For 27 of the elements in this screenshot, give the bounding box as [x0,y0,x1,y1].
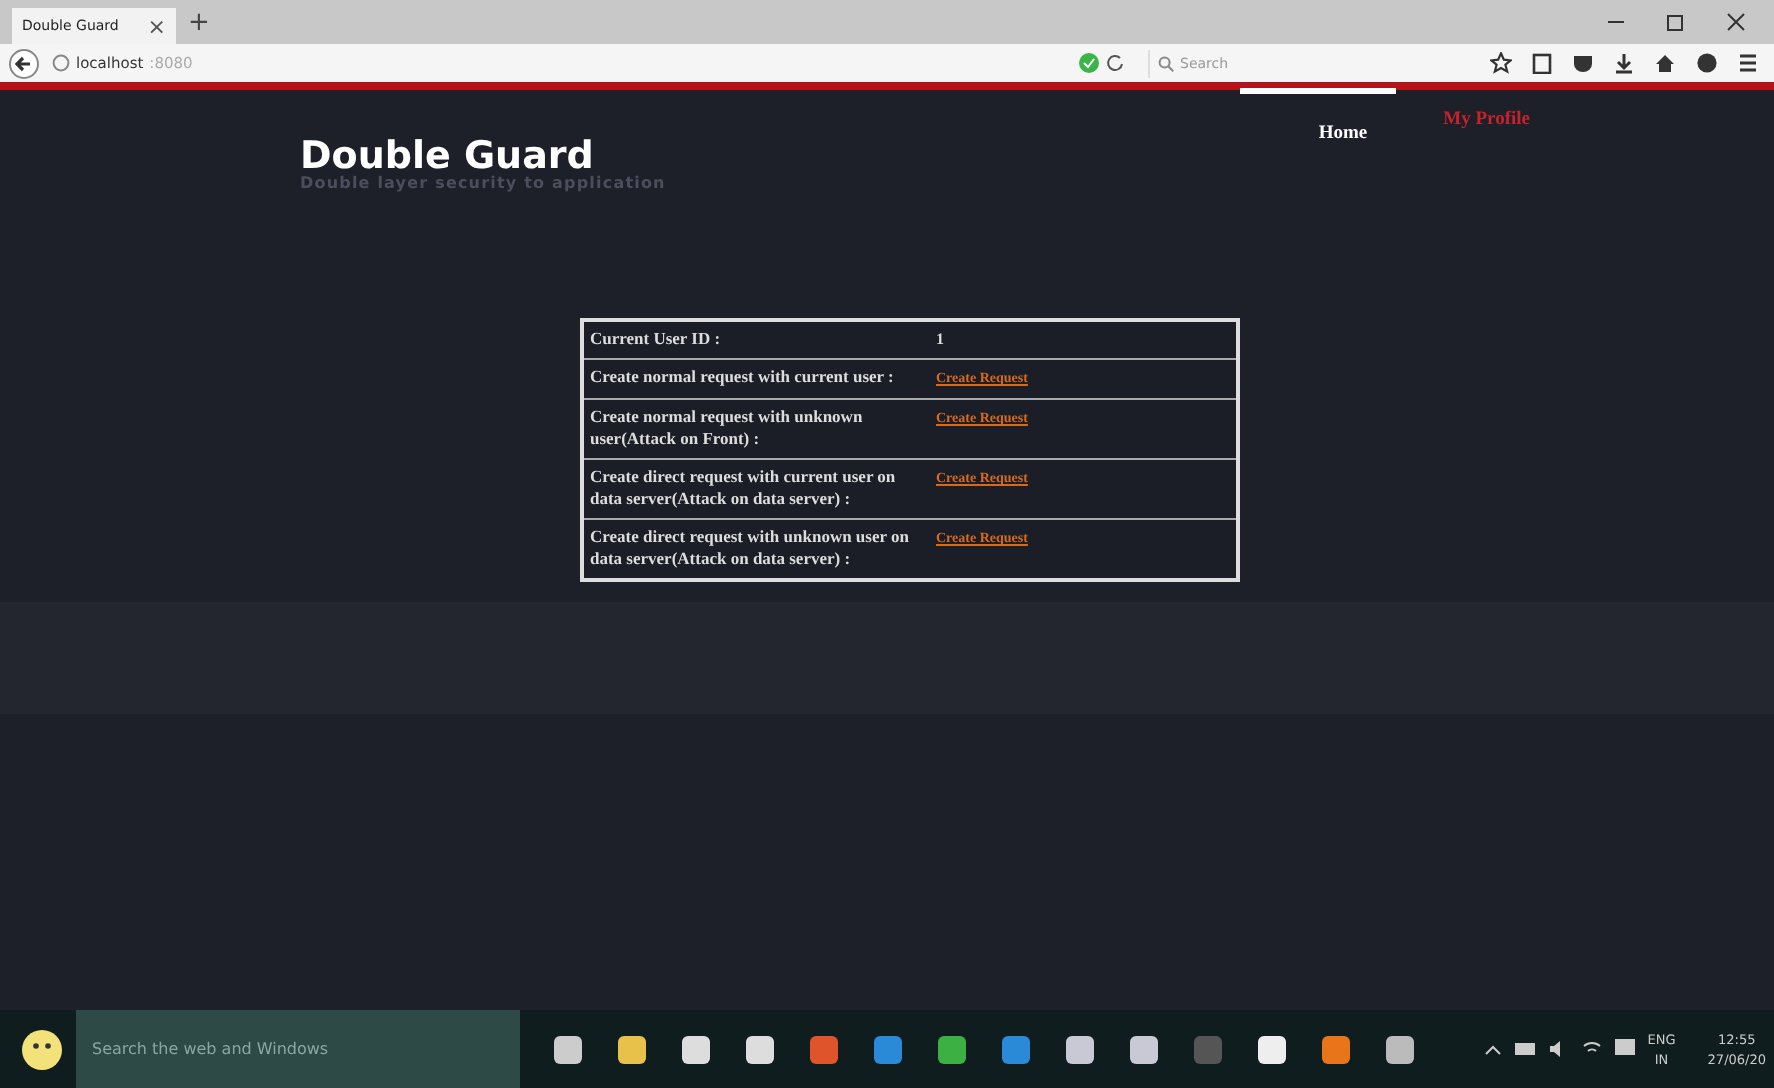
star-icon[interactable] [1490,52,1512,74]
nav-link[interactable]: Home [1318,124,1368,270]
globe-icon [52,54,70,72]
wifi-icon[interactable] [1581,1040,1602,1058]
close-icon[interactable] [1726,12,1746,32]
new-tab-button[interactable]: + [188,7,210,37]
home-icon[interactable] [1654,52,1676,74]
reload-icon[interactable] [1106,54,1124,72]
download-icon[interactable] [1614,52,1634,74]
taskbar-search-field[interactable]: Search the web and Windows [76,1010,520,1088]
row-label: Create direct request with current user on data server(Attack on data server) : [590,466,896,508]
menu-icon[interactable] [1738,52,1758,74]
row-label: Create normal request with current user : [590,366,894,386]
tab-close-button[interactable]: × [147,13,166,39]
battery-icon[interactable] [1513,1042,1536,1056]
user-id-value: 1 [936,330,944,348]
check-icon [1078,52,1100,74]
search-icon [1158,55,1174,71]
chevron-up-icon[interactable] [1483,1043,1502,1055]
site-title: Double Guard [300,134,594,178]
restore-icon[interactable] [1666,12,1686,32]
row-label: Create direct request with unknown user on data server(Attack on data server) : [590,526,909,568]
row-label: Create normal request with unknown user(Attack on Front) : [590,406,863,448]
back-icon[interactable] [8,47,40,79]
row-label: Current User ID : [590,328,721,348]
shield-icon[interactable] [1572,52,1594,74]
smiley-icon[interactable] [20,1027,64,1071]
